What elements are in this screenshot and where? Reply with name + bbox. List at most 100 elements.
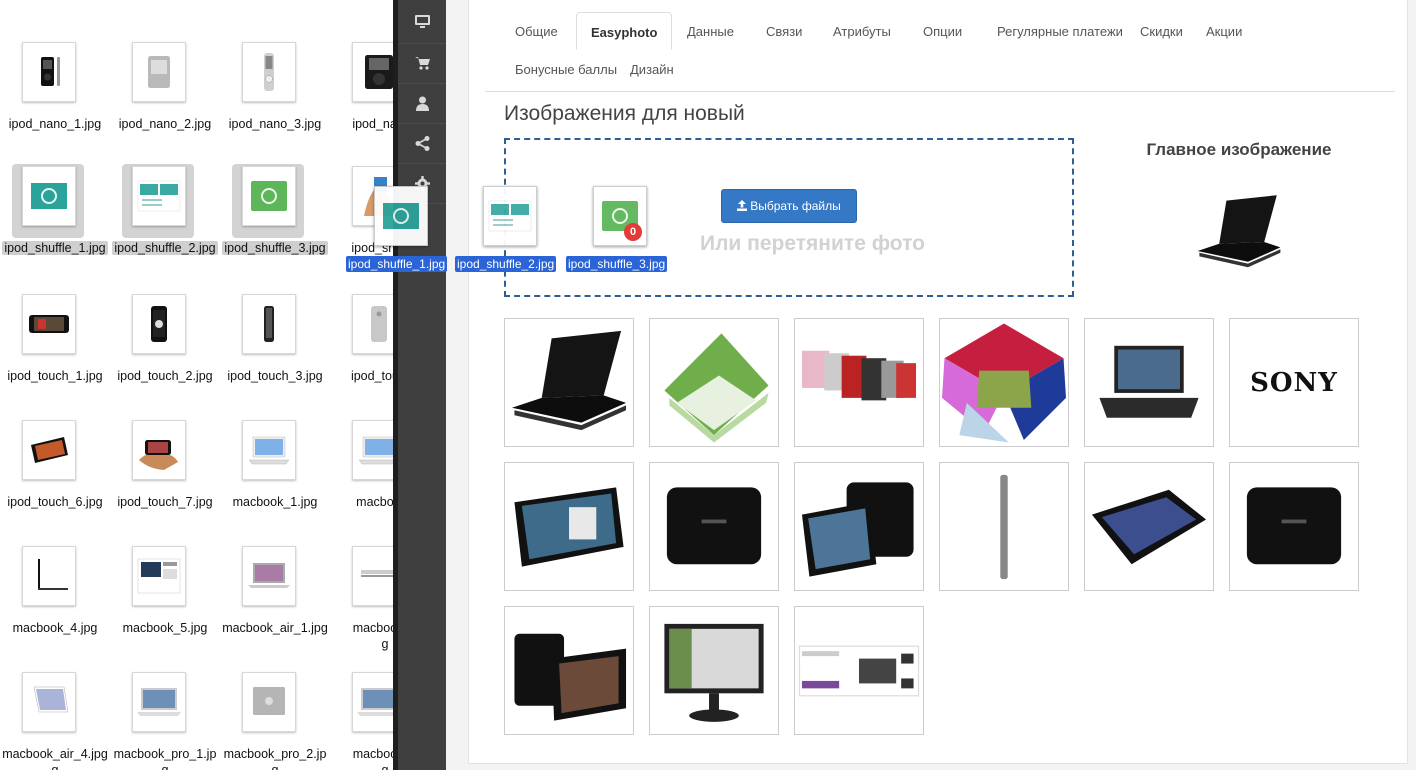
file-name: ipod_touch_2.jpg <box>117 369 213 383</box>
gallery-image[interactable] <box>649 318 779 447</box>
file-name: ipod_shuffle_1.jpg <box>2 241 108 255</box>
photo-dropzone[interactable]: Выбрать файлы Или перетяните фото <box>504 138 1074 297</box>
file-name: ipod_touch_1.jpg <box>7 369 103 383</box>
file-thumbnail <box>242 42 296 102</box>
gallery-image[interactable] <box>1229 462 1359 591</box>
shuffle-teal-picture <box>31 183 67 209</box>
file-thumbnail <box>22 546 76 606</box>
gallery-image[interactable] <box>504 318 634 447</box>
touch-hand-picture <box>139 440 178 470</box>
file-name: macbook_air_4.jpg g <box>2 747 108 770</box>
gallery-image[interactable] <box>649 462 779 591</box>
nano-black-picture <box>41 57 60 86</box>
tab-2[interactable]: Данные <box>673 12 748 50</box>
drag-label-3: ipod_shuffle_3.jpg <box>566 256 668 272</box>
mac-side-picture <box>38 559 68 590</box>
gallery-image[interactable] <box>504 606 634 735</box>
file-thumbnail <box>242 672 296 732</box>
file-thumbnail <box>132 672 186 732</box>
file-name: ipod_touch_7.jpg <box>117 495 213 509</box>
shuffle-sheet-picture <box>137 180 181 212</box>
file-name: macbook_pro_2.jp g <box>223 747 327 770</box>
tab-4[interactable]: Атрибуты <box>819 12 905 50</box>
tab-7[interactable]: Скидки <box>1126 12 1197 50</box>
file-name: macbook_ <box>356 495 393 509</box>
upload-icon <box>737 200 748 211</box>
laptop-green-picture <box>664 332 769 443</box>
main-image-title: Главное изображение <box>1146 140 1332 159</box>
tablet-back-picture <box>1246 486 1342 564</box>
tab-9[interactable]: Бонусные баллы <box>501 50 631 88</box>
laptop-black-picture <box>511 330 627 430</box>
tab-6[interactable]: Регулярные платежи <box>983 12 1137 50</box>
mac-flat-picture <box>361 570 393 577</box>
gallery-image[interactable]: SONY <box>1229 318 1359 447</box>
file-name: macbook_5.jpg <box>122 621 208 635</box>
file-thumbnail <box>352 546 393 606</box>
file-thumbnail <box>352 42 393 102</box>
main-image[interactable] <box>1169 188 1309 278</box>
drag-ghost-3: 0 <box>593 186 647 246</box>
nano-tall-picture <box>264 53 274 91</box>
admin-sidebar <box>398 0 446 770</box>
sidebar-item-share[interactable] <box>398 124 446 164</box>
file-name: ipod_touch_ <box>350 369 393 383</box>
shuffle-sheet-picture <box>488 200 532 232</box>
tab-3[interactable]: Связи <box>752 12 816 50</box>
file-name: macbook_4.jpg <box>12 621 98 635</box>
touch-silver-picture <box>371 306 387 342</box>
tablet-group-picture <box>514 633 627 721</box>
file-name: ipod_touch_6.jpg <box>7 495 103 509</box>
file-name: ipod_shuffle_3.jpg <box>222 241 328 255</box>
touch-tall-picture <box>151 306 167 342</box>
tab-8[interactable]: Акции <box>1192 12 1256 50</box>
tab-10[interactable]: Дизайн <box>616 50 688 88</box>
sidebar-item-monitor[interactable] <box>398 0 446 44</box>
mac-thin-picture <box>33 686 69 713</box>
file-thumbnail <box>132 42 186 102</box>
drag-count-badge: 0 <box>624 223 642 241</box>
drag-ghost-1 <box>374 186 428 246</box>
gallery-image[interactable] <box>1084 318 1214 447</box>
gallery-image[interactable] <box>794 462 924 591</box>
file-name: ipod_nano_2.jpg <box>118 117 212 131</box>
file-name: macbook_1.jpg <box>232 495 318 509</box>
file-thumbnail <box>132 294 186 354</box>
sidebar-item-user[interactable] <box>398 84 446 124</box>
file-name: ipod_nano_1.jpg <box>8 117 102 131</box>
gallery-image[interactable] <box>1084 462 1214 591</box>
mac-page-picture <box>137 558 181 594</box>
tablet-a-picture <box>514 486 624 567</box>
choose-files-button[interactable]: Выбрать файлы <box>721 189 857 223</box>
gallery-image[interactable] <box>649 606 779 735</box>
file-thumbnail <box>242 546 296 606</box>
cart-icon <box>414 57 430 70</box>
gallery-image[interactable] <box>794 318 924 447</box>
tab-1[interactable]: Easyphoto <box>576 12 673 50</box>
gallery-image[interactable] <box>504 462 634 591</box>
gallery-image[interactable] <box>794 606 924 735</box>
file-name: ipod_nano_ <box>352 117 393 131</box>
tablet-pair-picture <box>801 481 914 577</box>
file-name: ipod_shuffle_2.jpg <box>112 241 218 255</box>
product-editor: Общие Easyphoto Данные Связи Атрибуты Опции Ре… <box>446 0 1416 770</box>
file-thumbnail <box>242 294 296 354</box>
sidebar-item-cart[interactable] <box>398 44 446 84</box>
file-name: macbook_pg <box>352 747 393 770</box>
tab-5[interactable]: Опции <box>909 12 976 50</box>
gallery-image[interactable] <box>939 318 1069 447</box>
file-name: macbook_ag <box>352 621 393 651</box>
file-name: macbook_pro_1.jp g <box>113 747 217 770</box>
file-thumbnail <box>22 42 76 102</box>
file-thumbnail <box>132 166 186 226</box>
gallery-image[interactable] <box>939 462 1069 591</box>
monitor-icon <box>414 15 430 28</box>
tablet-edge-picture <box>1000 474 1008 579</box>
file-name: macbook_air_1.jpg <box>222 621 328 635</box>
file-thumbnail <box>242 420 296 480</box>
tab-0[interactable]: Общие <box>501 12 572 50</box>
laptop-open-picture <box>1099 345 1199 418</box>
laptop-black-picture <box>1197 195 1281 268</box>
mac-lid-picture <box>253 687 285 715</box>
file-thumbnail <box>352 672 393 732</box>
